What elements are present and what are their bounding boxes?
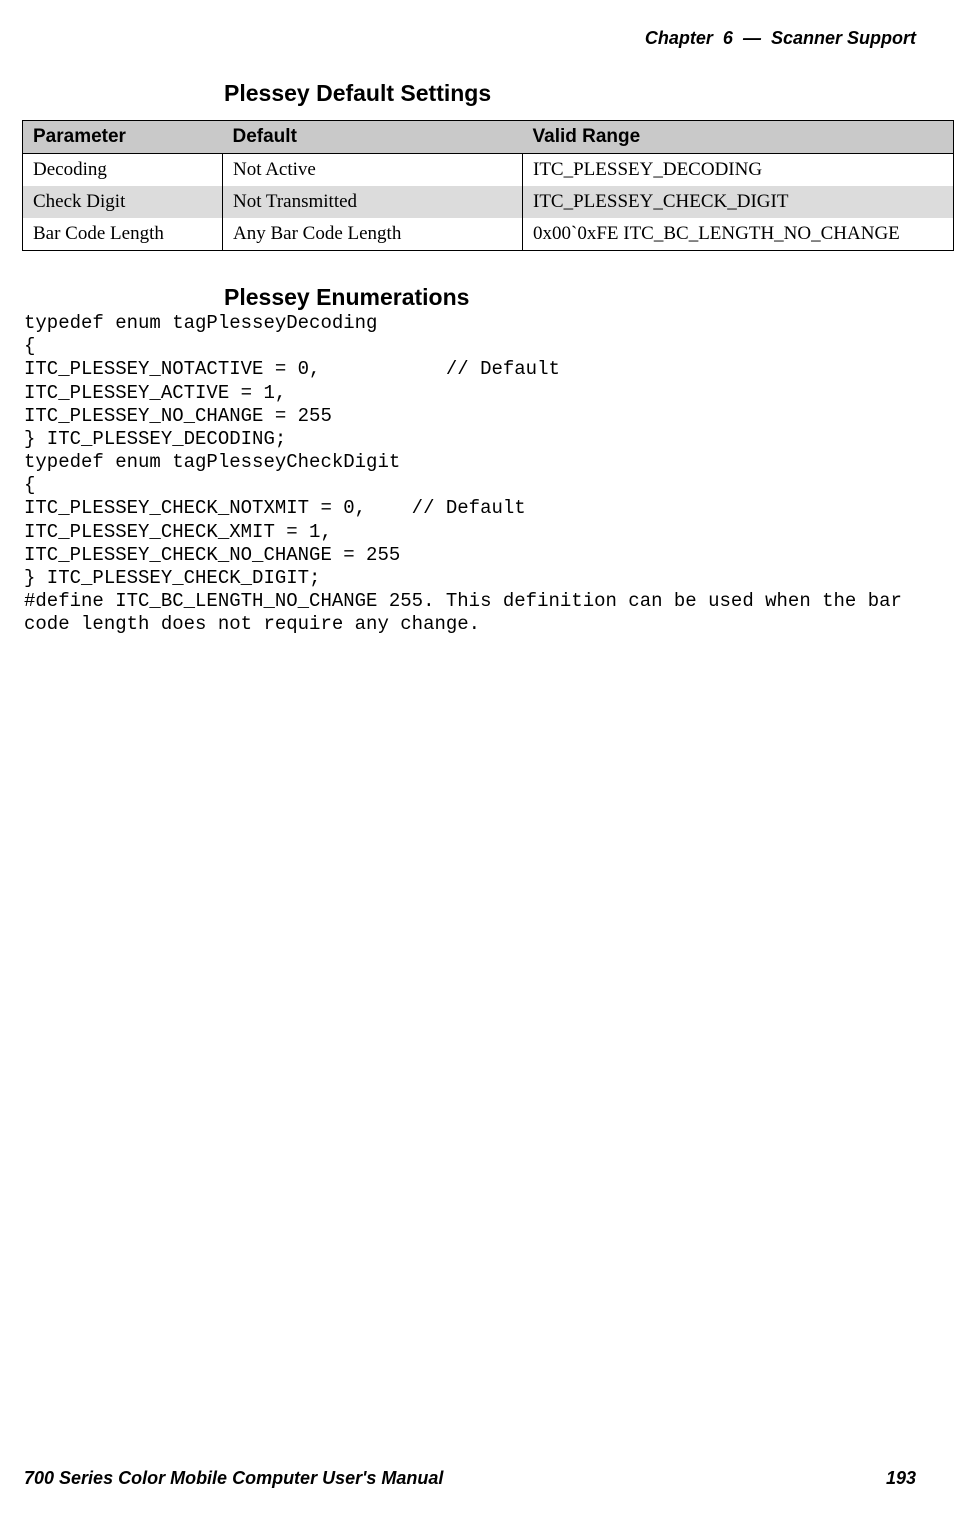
page-number: 193	[886, 1468, 916, 1489]
cell-valid-range: ITC_PLESSEY_DECODING	[523, 154, 954, 187]
cell-parameter: Bar Code Length	[23, 218, 223, 251]
header-separator: —	[743, 28, 761, 48]
settings-table: Parameter Default Valid Range Decoding N…	[22, 120, 954, 251]
cell-default: Not Transmitted	[223, 186, 523, 218]
chapter-label: Chapter	[645, 28, 713, 48]
section-heading-enumerations: Plessey Enumerations	[224, 284, 469, 311]
running-footer: 700 Series Color Mobile Computer User's …	[24, 1468, 916, 1489]
cell-parameter: Decoding	[23, 154, 223, 187]
section-heading-settings: Plessey Default Settings	[224, 80, 491, 107]
col-header-default: Default	[223, 121, 523, 154]
col-header-valid-range: Valid Range	[523, 121, 954, 154]
manual-title: 700 Series Color Mobile Computer User's …	[24, 1468, 443, 1489]
table-header-row: Parameter Default Valid Range	[23, 121, 954, 154]
table-row: Decoding Not Active ITC_PLESSEY_DECODING	[23, 154, 954, 187]
cell-parameter: Check Digit	[23, 186, 223, 218]
cell-default: Any Bar Code Length	[223, 218, 523, 251]
table-row: Check Digit Not Transmitted ITC_PLESSEY_…	[23, 186, 954, 218]
chapter-number: 6	[723, 28, 733, 48]
col-header-parameter: Parameter	[23, 121, 223, 154]
running-header: Chapter 6 — Scanner Support	[645, 28, 916, 49]
cell-valid-range: ITC_PLESSEY_CHECK_DIGIT	[523, 186, 954, 218]
table-row: Bar Code Length Any Bar Code Length 0x00…	[23, 218, 954, 251]
code-block: typedef enum tagPlesseyDecoding { ITC_PL…	[24, 312, 952, 636]
chapter-title: Scanner Support	[771, 28, 916, 48]
cell-valid-range: 0x00`0xFE ITC_BC_LENGTH_NO_CHANGE	[523, 218, 954, 251]
cell-default: Not Active	[223, 154, 523, 187]
settings-table-wrap: Parameter Default Valid Range Decoding N…	[22, 120, 954, 251]
